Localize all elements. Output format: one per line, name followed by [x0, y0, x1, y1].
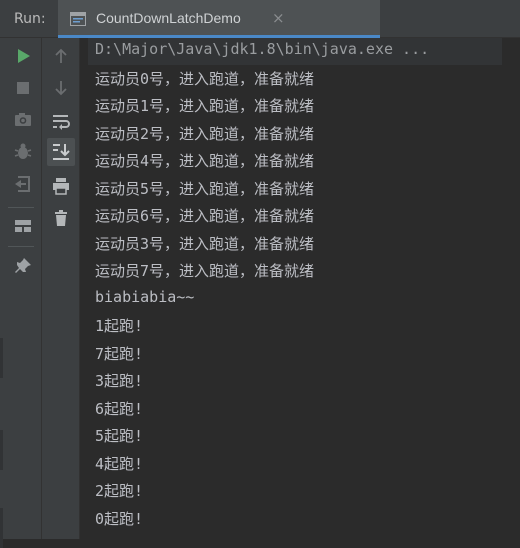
toolbar-separator	[8, 246, 34, 247]
console-line: 运动员4号，进入跑道，准备就绪	[95, 152, 315, 170]
console-line: 运动员5号，进入跑道，准备就绪	[95, 180, 315, 198]
console-line: 运动员2号，进入跑道，准备就绪	[95, 125, 315, 143]
console-line: 运动员6号，进入跑道，准备就绪	[95, 207, 315, 225]
console-line: 运动员3号，进入跑道，准备就绪	[95, 235, 315, 253]
gutter-marker	[0, 430, 3, 470]
debug-icon[interactable]	[10, 139, 36, 165]
console-line: biabiabia~~	[95, 288, 195, 306]
console-line: 4起跑!	[95, 455, 144, 473]
console-line: 0起跑!	[95, 510, 144, 528]
console-scrollbar[interactable]	[512, 38, 520, 539]
console-line: 运动员1号，进入跑道，准备就绪	[95, 97, 315, 115]
trash-icon[interactable]	[48, 205, 74, 231]
console-tab-icon	[70, 11, 86, 26]
pin-icon[interactable]	[10, 253, 36, 279]
console-line: 3起跑!	[95, 372, 144, 390]
run-toolbar-secondary	[42, 38, 80, 539]
tab-countdownlatchdemo[interactable]: CountDownLatchDemo ×	[58, 0, 380, 38]
run-label: Run:	[14, 11, 46, 27]
run-toolbar-primary	[0, 38, 42, 548]
soft-wrap-icon[interactable]	[48, 108, 74, 134]
console-line: 1起跑!	[95, 317, 144, 335]
stop-icon[interactable]	[10, 75, 36, 101]
console-line: 6起跑!	[95, 400, 144, 418]
camera-icon[interactable]	[10, 107, 36, 133]
console-line: 7起跑!	[95, 345, 144, 363]
console-line: 2起跑!	[95, 482, 144, 500]
up-arrow-icon[interactable]	[48, 43, 74, 69]
console-output[interactable]: D:\Major\Java\jdk1.8\bin\java.exe ... 运动…	[80, 38, 520, 539]
run-tool-window-header: Run: CountDownLatchDemo ×	[0, 0, 520, 38]
console-line: 运动员0号，进入跑道，准备就绪	[95, 70, 315, 88]
close-icon[interactable]: ×	[272, 9, 285, 27]
gutter-marker	[0, 338, 3, 378]
scroll-to-end-icon[interactable]	[47, 138, 75, 166]
command-line: D:\Major\Java\jdk1.8\bin\java.exe ...	[95, 40, 430, 58]
rerun-icon[interactable]	[10, 43, 36, 69]
toolbar-separator	[8, 207, 34, 208]
down-arrow-icon[interactable]	[48, 75, 74, 101]
console-line: 运动员7号，进入跑道，准备就绪	[95, 262, 315, 280]
exit-icon[interactable]	[10, 171, 36, 197]
gutter-marker	[0, 508, 3, 548]
tab-title: CountDownLatchDemo	[96, 10, 241, 26]
layout-icon[interactable]	[10, 213, 36, 239]
print-icon[interactable]	[48, 173, 74, 199]
console-line: 5起跑!	[95, 427, 144, 445]
